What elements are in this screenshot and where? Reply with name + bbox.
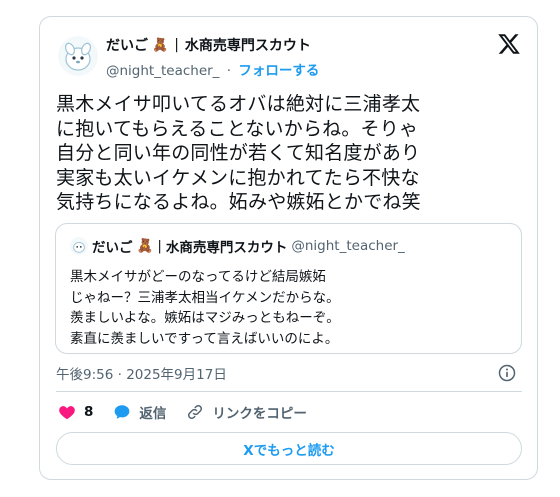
- read-more-on-x-button[interactable]: Xでもっと読む: [56, 432, 522, 465]
- quoted-display-name: だいご: [92, 240, 133, 256]
- embedded-tweet-card: だいご 🧸 | 水商売専門スカウト @night_teacher_ · フォロー…: [39, 16, 538, 480]
- quoted-tweet-header: だいご 🧸 | 水商売専門スカウト @night_teacher_: [70, 236, 405, 256]
- info-icon[interactable]: [497, 363, 517, 383]
- avatar-illustration: [58, 36, 98, 76]
- follow-button[interactable]: フォローする: [238, 63, 319, 79]
- like-count: 8: [84, 404, 94, 420]
- bear-emoji-icon: 🧸: [152, 37, 169, 53]
- tweet-timestamp[interactable]: 午後9:56 · 2025年9月17日: [56, 363, 227, 383]
- author-handle[interactable]: @night_teacher_: [106, 63, 219, 79]
- reply-label: 返信: [139, 406, 167, 422]
- tweet-text: 黒木メイサ叩いてるオバは絶対に三浦孝太 に抱いてもらえることないからね。そりゃ …: [56, 93, 421, 213]
- name-separator: |: [174, 37, 179, 53]
- reply-button[interactable]: 返信: [113, 402, 166, 422]
- avatar[interactable]: [58, 36, 98, 76]
- heart-icon: [59, 406, 75, 420]
- author-display-name[interactable]: だいご: [106, 35, 148, 55]
- quoted-avatar-illustration: [70, 237, 88, 255]
- quoted-handle: @night_teacher_: [291, 238, 405, 254]
- handle-dot: ·: [226, 63, 232, 79]
- speech-bubble-icon: [115, 405, 130, 419]
- copy-link-label: リンクをコピー: [212, 406, 307, 422]
- quoted-name-separator: |: [157, 238, 162, 254]
- tweet-actions: 8 返信 リンクをコピー: [58, 402, 327, 422]
- quoted-bear-emoji-icon: 🧸: [136, 238, 154, 254]
- author-title[interactable]: 水商売専門スカウト: [185, 35, 311, 55]
- divider: [56, 391, 522, 392]
- quoted-tweet[interactable]: だいご 🧸 | 水商売専門スカウト @night_teacher_ 黒木メイサが…: [55, 223, 522, 354]
- x-logo-icon[interactable]: [497, 32, 521, 56]
- like-button[interactable]: 8: [58, 403, 93, 421]
- quoted-tweet-text: 黒木メイサがどーのなってるけど結局嫉妬 じゃねー？三浦孝太相当イケメンだからな。…: [70, 269, 340, 347]
- author-name-row[interactable]: だいご 🧸 | 水商売専門スカウト: [106, 35, 311, 55]
- quoted-avatar: [70, 237, 88, 255]
- author-handle-row: @night_teacher_ · フォローする: [106, 59, 319, 79]
- quoted-author-title: 水商売専門スカウト: [165, 240, 288, 256]
- link-icon: [188, 404, 203, 420]
- copy-link-button[interactable]: リンクをコピー: [186, 402, 307, 422]
